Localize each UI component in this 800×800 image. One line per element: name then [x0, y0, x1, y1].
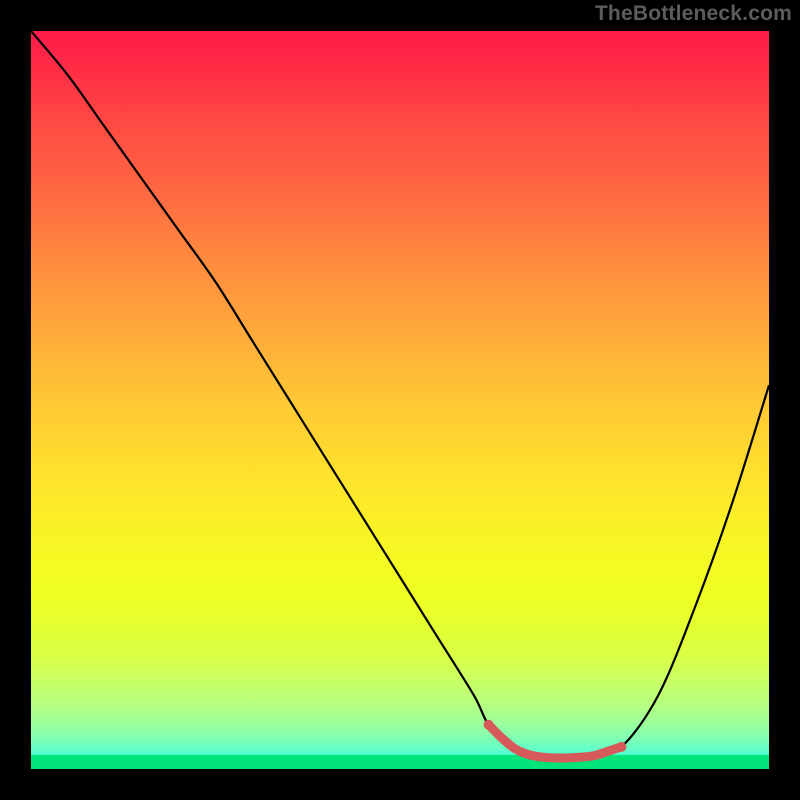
bottleneck-curve-svg	[31, 31, 769, 769]
chart-container: TheBottleneck.com	[0, 0, 800, 800]
optimal-range-highlight	[489, 725, 622, 758]
plot-area	[31, 31, 769, 769]
watermark: TheBottleneck.com	[595, 2, 792, 26]
bottleneck-curve	[31, 31, 769, 758]
optimal-range-end	[616, 742, 626, 752]
optimal-range-start	[484, 720, 494, 730]
